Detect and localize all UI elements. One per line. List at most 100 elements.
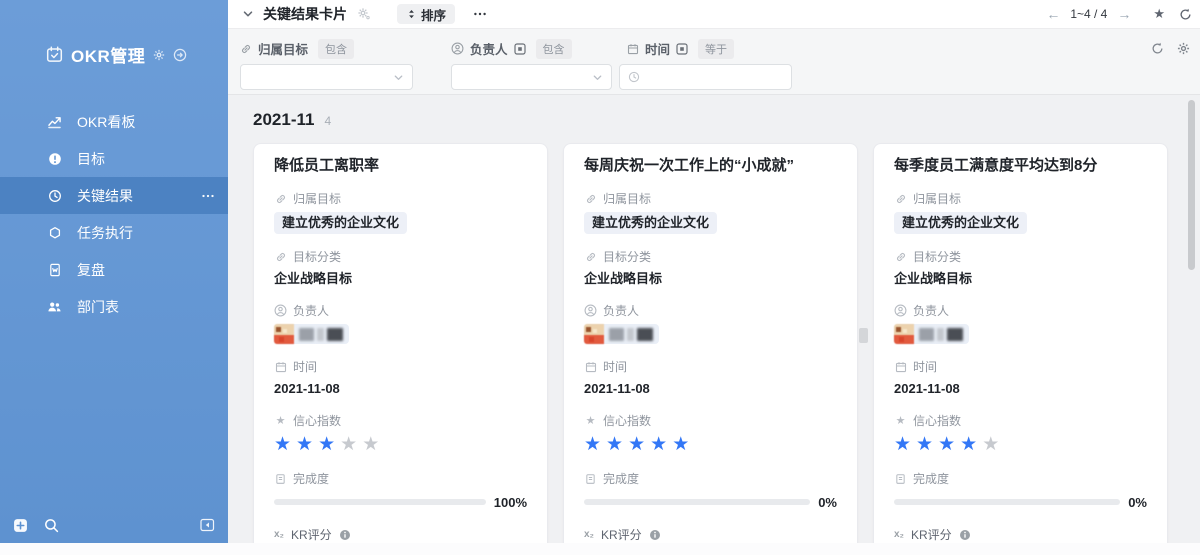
card-row: 降低员工离职率 归属目标 建立优秀的企业文化 目标分类 企业战略目标 负责人 时…: [228, 143, 1200, 543]
sort-button[interactable]: 排序: [397, 4, 456, 24]
kr-card[interactable]: 每周庆祝一次工作上的“小成就” 归属目标 建立优秀的企业文化 目标分类 企业战略…: [563, 143, 858, 543]
chevron-down-icon[interactable]: [242, 8, 254, 20]
field-label: 完成度: [603, 472, 640, 486]
link-icon: [274, 193, 287, 205]
star-filled-icon[interactable]: ★: [274, 435, 291, 455]
toolbar-more-icon[interactable]: [473, 8, 487, 20]
star-icon: ★: [895, 415, 906, 427]
filter-settings-gear-icon[interactable]: [1177, 42, 1190, 55]
info-icon[interactable]: [649, 529, 661, 541]
progress-track: [274, 499, 486, 505]
confidence-stars: ★ ★ ★ ★ ★: [274, 434, 527, 456]
pager-next-icon[interactable]: →: [1111, 6, 1137, 22]
star-filled-icon[interactable]: ★: [318, 435, 335, 455]
boxed-square-icon[interactable]: [513, 42, 526, 55]
star-filled-icon[interactable]: ★: [584, 435, 601, 455]
goal-tag[interactable]: 建立优秀的企业文化: [274, 212, 408, 234]
link-icon: [894, 251, 907, 263]
filter-refresh-icon[interactable]: [1151, 42, 1164, 55]
more-icon[interactable]: [201, 190, 215, 202]
sidebar-item-task-execution[interactable]: 任务执行: [0, 214, 228, 251]
group-count: 4: [324, 114, 332, 128]
redacted-name: [299, 327, 343, 341]
star-empty-icon[interactable]: ★: [982, 435, 999, 455]
field-label: 负责人: [913, 304, 950, 318]
star-filled-icon[interactable]: ★: [938, 435, 955, 455]
field-label: 目标分类: [293, 250, 342, 264]
goal-tag[interactable]: 建立优秀的企业文化: [894, 212, 1028, 234]
filter-bar: 归属目标 包含 负责人 包含 时间 等于: [228, 29, 1200, 95]
info-icon[interactable]: [339, 529, 351, 541]
add-record-button[interactable]: [13, 518, 28, 533]
boxed-square-icon[interactable]: [676, 42, 688, 55]
view-config-gears-icon[interactable]: [357, 7, 371, 21]
date-value: 2021-11-08: [894, 381, 960, 396]
sidebar-item-review[interactable]: 复盘: [0, 251, 228, 288]
person-circle-icon: [451, 42, 464, 55]
sidebar-item-okr-board[interactable]: OKR看板: [0, 103, 228, 140]
field-label: 归属目标: [913, 192, 962, 206]
time-filter-input[interactable]: [619, 64, 792, 90]
field-label: 信心指数: [913, 414, 962, 428]
sidebar-item-label: 任务执行: [77, 224, 133, 241]
star-filled-icon[interactable]: ★: [628, 435, 645, 455]
search-icon[interactable]: [44, 518, 59, 533]
link-icon: [584, 193, 597, 205]
person-circle-icon: [584, 304, 597, 317]
kr-card[interactable]: 降低员工离职率 归属目标 建立优秀的企业文化 目标分类 企业战略目标 负责人 时…: [253, 143, 548, 543]
star-filled-icon[interactable]: ★: [606, 435, 623, 455]
sidebar-item-departments[interactable]: 部门表: [0, 288, 228, 325]
kr-card[interactable]: 每季度员工满意度平均达到8分 归属目标 建立优秀的企业文化 目标分类 企业战略目…: [873, 143, 1168, 543]
star-filled-icon[interactable]: ★: [916, 435, 933, 455]
goal-tag[interactable]: 建立优秀的企业文化: [584, 212, 718, 234]
star-filled-icon[interactable]: ★: [650, 435, 667, 455]
progress-label: 0%: [818, 494, 837, 510]
redacted-name: [919, 327, 963, 341]
card-title: 降低员工离职率: [274, 157, 380, 174]
exclamation-circle-icon: [47, 152, 62, 166]
avatar: [894, 324, 914, 344]
info-icon[interactable]: [959, 529, 971, 541]
cards-board: 2021-11 4 降低员工离职率 归属目标 建立优秀的企业文化 目标分类 企业…: [228, 95, 1200, 543]
avatar: [584, 324, 604, 344]
pager-prev-icon[interactable]: ←: [1040, 6, 1066, 22]
sidebar-item-objectives[interactable]: 目标: [0, 140, 228, 177]
sidebar-menu: OKR看板 目标 关键结果 任务执行 复盘 部门表: [0, 103, 228, 325]
completion-progress: 0%: [584, 492, 837, 512]
people-icon: [47, 300, 62, 314]
refresh-icon[interactable]: [1179, 8, 1192, 21]
person-circle-icon: [894, 304, 907, 317]
link-icon: [240, 43, 252, 55]
card-scrollbar-thumb[interactable]: [859, 328, 868, 343]
progress-track: [894, 499, 1121, 505]
category-value: 企业战略目标: [584, 271, 663, 286]
board-scrollbar-thumb[interactable]: [1188, 100, 1195, 270]
star-empty-icon[interactable]: ★: [340, 435, 357, 455]
sidebar-item-key-results[interactable]: 关键结果: [0, 177, 228, 214]
field-label: KR评分: [601, 528, 642, 542]
filter-operator-badge[interactable]: 等于: [698, 38, 735, 59]
clock-icon: [628, 71, 640, 83]
app-settings-gear-icon[interactable]: [153, 49, 165, 61]
favorite-star-icon[interactable]: ★: [1153, 6, 1165, 22]
star-filled-icon[interactable]: ★: [960, 435, 977, 455]
calendar-icon: [274, 361, 287, 373]
star-filled-icon[interactable]: ★: [672, 435, 689, 455]
view-title: 关键结果卡片: [263, 6, 347, 22]
circle-arrow-icon[interactable]: [173, 48, 187, 62]
assignee-filter-select[interactable]: [451, 64, 612, 90]
star-filled-icon[interactable]: ★: [894, 435, 911, 455]
star-empty-icon[interactable]: ★: [362, 435, 379, 455]
person-circle-icon: [274, 304, 287, 317]
goal-filter-select[interactable]: [240, 64, 413, 90]
sort-arrows-icon: [409, 10, 414, 19]
field-label: 负责人: [293, 304, 330, 318]
star-filled-icon[interactable]: ★: [296, 435, 313, 455]
chevron-down-icon: [393, 72, 404, 83]
collapse-sidebar-icon[interactable]: [200, 518, 215, 532]
progress-track: [584, 499, 811, 505]
filter-operator-badge[interactable]: 包含: [318, 38, 355, 59]
assignee-value: [894, 324, 1147, 344]
filter-operator-badge[interactable]: 包含: [535, 38, 572, 59]
link-icon: [274, 251, 287, 263]
